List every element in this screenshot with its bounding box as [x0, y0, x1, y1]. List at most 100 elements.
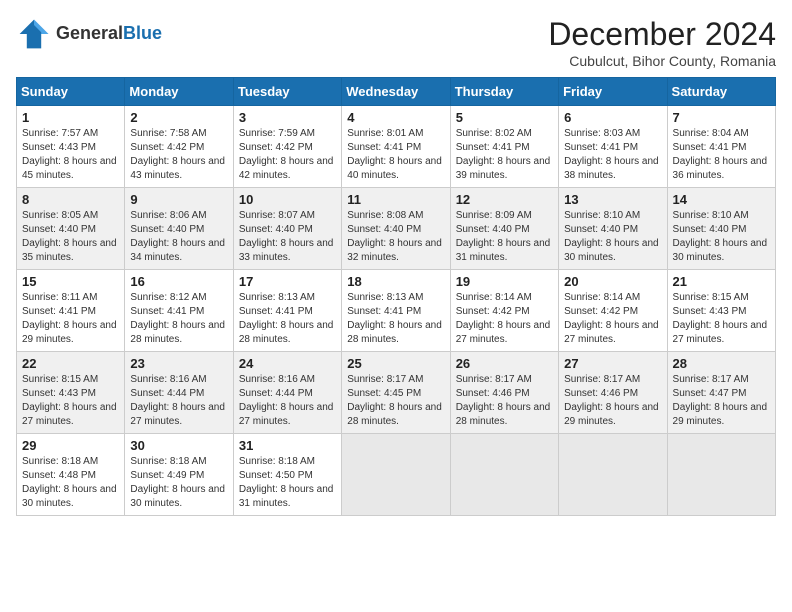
sunset-label: Sunset: 4:48 PM — [22, 470, 96, 481]
calendar-cell: 31 Sunrise: 8:18 AM Sunset: 4:50 PM Dayl… — [233, 434, 341, 516]
calendar-cell: 4 Sunrise: 8:01 AM Sunset: 4:41 PM Dayli… — [342, 106, 450, 188]
sunset-label: Sunset: 4:40 PM — [347, 224, 421, 235]
day-number: 19 — [456, 274, 553, 289]
calendar-cell: 18 Sunrise: 8:13 AM Sunset: 4:41 PM Dayl… — [342, 270, 450, 352]
calendar-cell: 1 Sunrise: 7:57 AM Sunset: 4:43 PM Dayli… — [17, 106, 125, 188]
calendar-cell — [667, 434, 775, 516]
sunrise-label: Sunrise: 8:03 AM — [564, 128, 640, 139]
sunrise-label: Sunrise: 8:05 AM — [22, 210, 98, 221]
day-info: Sunrise: 8:10 AM Sunset: 4:40 PM Dayligh… — [564, 209, 661, 265]
sunset-label: Sunset: 4:43 PM — [673, 306, 747, 317]
sunset-label: Sunset: 4:47 PM — [673, 388, 747, 399]
day-info: Sunrise: 8:17 AM Sunset: 4:46 PM Dayligh… — [564, 373, 661, 429]
sunrise-label: Sunrise: 8:04 AM — [673, 128, 749, 139]
daylight-label: Daylight: 8 hours and 30 minutes. — [673, 238, 768, 263]
sunrise-label: Sunrise: 8:13 AM — [347, 292, 423, 303]
calendar-cell: 10 Sunrise: 8:07 AM Sunset: 4:40 PM Dayl… — [233, 188, 341, 270]
calendar-cell: 29 Sunrise: 8:18 AM Sunset: 4:48 PM Dayl… — [17, 434, 125, 516]
sunset-label: Sunset: 4:44 PM — [130, 388, 204, 399]
day-info: Sunrise: 8:03 AM Sunset: 4:41 PM Dayligh… — [564, 127, 661, 183]
sunrise-label: Sunrise: 8:17 AM — [456, 374, 532, 385]
week-row-4: 22 Sunrise: 8:15 AM Sunset: 4:43 PM Dayl… — [17, 352, 776, 434]
sunset-label: Sunset: 4:41 PM — [347, 142, 421, 153]
sunset-label: Sunset: 4:42 PM — [130, 142, 204, 153]
calendar-cell: 19 Sunrise: 8:14 AM Sunset: 4:42 PM Dayl… — [450, 270, 558, 352]
day-info: Sunrise: 8:06 AM Sunset: 4:40 PM Dayligh… — [130, 209, 227, 265]
daylight-label: Daylight: 8 hours and 31 minutes. — [456, 238, 551, 263]
daylight-label: Daylight: 8 hours and 32 minutes. — [347, 238, 442, 263]
sunrise-label: Sunrise: 8:08 AM — [347, 210, 423, 221]
sunrise-label: Sunrise: 8:10 AM — [673, 210, 749, 221]
daylight-label: Daylight: 8 hours and 29 minutes. — [673, 402, 768, 427]
calendar-cell: 9 Sunrise: 8:06 AM Sunset: 4:40 PM Dayli… — [125, 188, 233, 270]
day-info: Sunrise: 8:14 AM Sunset: 4:42 PM Dayligh… — [456, 291, 553, 347]
daylight-label: Daylight: 8 hours and 27 minutes. — [22, 402, 117, 427]
sunrise-label: Sunrise: 8:15 AM — [22, 374, 98, 385]
calendar-cell: 6 Sunrise: 8:03 AM Sunset: 4:41 PM Dayli… — [559, 106, 667, 188]
sunset-label: Sunset: 4:40 PM — [456, 224, 530, 235]
sunset-label: Sunset: 4:41 PM — [564, 142, 638, 153]
day-number: 6 — [564, 110, 661, 125]
sunset-label: Sunset: 4:50 PM — [239, 470, 313, 481]
day-info: Sunrise: 8:18 AM Sunset: 4:49 PM Dayligh… — [130, 455, 227, 511]
calendar-cell: 28 Sunrise: 8:17 AM Sunset: 4:47 PM Dayl… — [667, 352, 775, 434]
day-info: Sunrise: 8:12 AM Sunset: 4:41 PM Dayligh… — [130, 291, 227, 347]
calendar-cell: 24 Sunrise: 8:16 AM Sunset: 4:44 PM Dayl… — [233, 352, 341, 434]
logo: GeneralBlue — [16, 16, 162, 52]
calendar-cell: 2 Sunrise: 7:58 AM Sunset: 4:42 PM Dayli… — [125, 106, 233, 188]
sunrise-label: Sunrise: 8:09 AM — [456, 210, 532, 221]
day-number: 8 — [22, 192, 119, 207]
day-info: Sunrise: 8:17 AM Sunset: 4:47 PM Dayligh… — [673, 373, 770, 429]
day-number: 26 — [456, 356, 553, 371]
sunrise-label: Sunrise: 7:58 AM — [130, 128, 206, 139]
sunrise-label: Sunrise: 8:12 AM — [130, 292, 206, 303]
day-info: Sunrise: 8:18 AM Sunset: 4:48 PM Dayligh… — [22, 455, 119, 511]
calendar-cell: 16 Sunrise: 8:12 AM Sunset: 4:41 PM Dayl… — [125, 270, 233, 352]
day-number: 21 — [673, 274, 770, 289]
sunset-label: Sunset: 4:40 PM — [22, 224, 96, 235]
day-number: 10 — [239, 192, 336, 207]
sunrise-label: Sunrise: 8:02 AM — [456, 128, 532, 139]
day-info: Sunrise: 8:07 AM Sunset: 4:40 PM Dayligh… — [239, 209, 336, 265]
day-number: 7 — [673, 110, 770, 125]
calendar-cell: 3 Sunrise: 7:59 AM Sunset: 4:42 PM Dayli… — [233, 106, 341, 188]
sunset-label: Sunset: 4:40 PM — [130, 224, 204, 235]
day-number: 31 — [239, 438, 336, 453]
sunrise-label: Sunrise: 8:17 AM — [673, 374, 749, 385]
calendar-cell: 20 Sunrise: 8:14 AM Sunset: 4:42 PM Dayl… — [559, 270, 667, 352]
daylight-label: Daylight: 8 hours and 27 minutes. — [456, 320, 551, 345]
day-number: 11 — [347, 192, 444, 207]
sunrise-label: Sunrise: 8:14 AM — [564, 292, 640, 303]
sunrise-label: Sunrise: 8:13 AM — [239, 292, 315, 303]
daylight-label: Daylight: 8 hours and 27 minutes. — [130, 402, 225, 427]
sunset-label: Sunset: 4:40 PM — [673, 224, 747, 235]
sunset-label: Sunset: 4:45 PM — [347, 388, 421, 399]
calendar-cell: 8 Sunrise: 8:05 AM Sunset: 4:40 PM Dayli… — [17, 188, 125, 270]
week-row-1: 1 Sunrise: 7:57 AM Sunset: 4:43 PM Dayli… — [17, 106, 776, 188]
daylight-label: Daylight: 8 hours and 30 minutes. — [22, 484, 117, 509]
day-number: 3 — [239, 110, 336, 125]
sunrise-label: Sunrise: 8:15 AM — [673, 292, 749, 303]
day-info: Sunrise: 8:17 AM Sunset: 4:45 PM Dayligh… — [347, 373, 444, 429]
sunset-label: Sunset: 4:42 PM — [239, 142, 313, 153]
sunrise-label: Sunrise: 7:57 AM — [22, 128, 98, 139]
daylight-label: Daylight: 8 hours and 34 minutes. — [130, 238, 225, 263]
day-info: Sunrise: 8:16 AM Sunset: 4:44 PM Dayligh… — [130, 373, 227, 429]
sunrise-label: Sunrise: 8:07 AM — [239, 210, 315, 221]
sunset-label: Sunset: 4:41 PM — [673, 142, 747, 153]
calendar-table: SundayMondayTuesdayWednesdayThursdayFrid… — [16, 77, 776, 516]
sunset-label: Sunset: 4:46 PM — [456, 388, 530, 399]
day-number: 23 — [130, 356, 227, 371]
day-number: 14 — [673, 192, 770, 207]
sunrise-label: Sunrise: 8:18 AM — [130, 456, 206, 467]
page-header: GeneralBlue December 2024 Cubulcut, Biho… — [16, 16, 776, 69]
sunrise-label: Sunrise: 8:18 AM — [239, 456, 315, 467]
week-row-3: 15 Sunrise: 8:11 AM Sunset: 4:41 PM Dayl… — [17, 270, 776, 352]
logo-icon — [16, 16, 52, 52]
calendar-cell: 25 Sunrise: 8:17 AM Sunset: 4:45 PM Dayl… — [342, 352, 450, 434]
calendar-cell — [559, 434, 667, 516]
weekday-header-row: SundayMondayTuesdayWednesdayThursdayFrid… — [17, 78, 776, 106]
sunset-label: Sunset: 4:43 PM — [22, 388, 96, 399]
day-number: 28 — [673, 356, 770, 371]
day-info: Sunrise: 8:16 AM Sunset: 4:44 PM Dayligh… — [239, 373, 336, 429]
